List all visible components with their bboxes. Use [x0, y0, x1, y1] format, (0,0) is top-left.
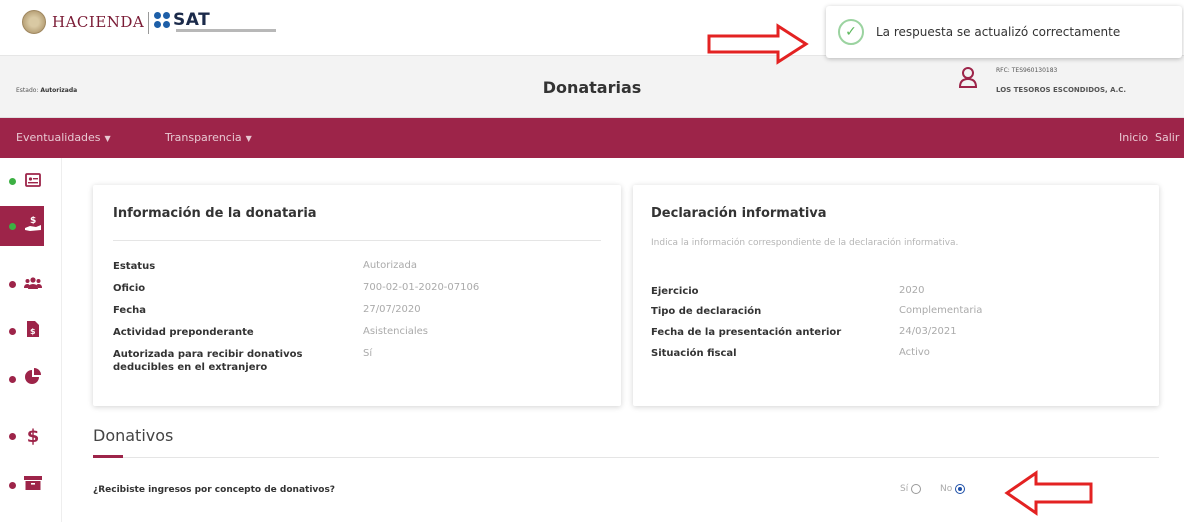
field-value: 27/07/2020 [363, 304, 421, 315]
card-title: Información de la donataria [113, 206, 317, 221]
sidebar-item-finance[interactable]: $ [0, 416, 44, 456]
field-label: Estatus [113, 261, 156, 272]
sidebar-item-donataria[interactable]: $ [0, 206, 44, 246]
hacienda-wordmark: HACIENDA [52, 13, 145, 31]
radio-label: Sí [900, 484, 909, 494]
radio-option-si[interactable]: Sí [900, 484, 922, 494]
sat-logo[interactable]: SAT [154, 10, 210, 30]
main-navbar: Eventualidades ▼ Transparencia ▼ Inicio Sa… [0, 118, 1184, 158]
caret-down-icon: ▼ [104, 134, 111, 143]
radio-button-no[interactable] [955, 484, 966, 494]
svg-text:$: $ [30, 327, 36, 336]
radio-option-no[interactable]: No [940, 484, 966, 494]
field-value: Asistenciales [363, 326, 428, 337]
annotation-arrow-right-icon [707, 23, 809, 65]
field-label: Autorizada para recibir donativos deduci… [113, 349, 303, 373]
users-icon [23, 274, 43, 295]
field-value: Autorizada [363, 260, 417, 271]
toast-message: La respuesta se actualizó correctamente [876, 25, 1121, 39]
status-dot [9, 327, 16, 335]
section-divider [93, 457, 1159, 458]
status-dot [9, 177, 16, 185]
document-icon: $ [23, 320, 43, 343]
sidebar-item-identification[interactable] [0, 161, 44, 201]
sidebar-item-users[interactable] [0, 264, 44, 304]
hacienda-logo[interactable]: HACIENDA [22, 10, 144, 34]
donataria-info-card: Información de la donataria Estatus Auto… [93, 185, 621, 406]
sidebar-item-archive[interactable] [0, 465, 44, 505]
status-dot [9, 481, 16, 489]
nav-link-inicio[interactable]: Inicio [1119, 131, 1148, 144]
id-card-icon [23, 171, 43, 192]
declaracion-info-card: Declaración informativa Indica la inform… [633, 185, 1159, 406]
field-value: 700-02-01-2020-07106 [363, 282, 480, 293]
card-description: Indica la información correspondiente de… [651, 238, 959, 248]
nav-link-salir[interactable]: Salir [1155, 131, 1179, 144]
dollar-icon: $ [26, 425, 40, 447]
sidebar: $ $ $ [0, 158, 62, 522]
nav-menu-label: Transparencia [165, 131, 242, 144]
sat-dots-icon [154, 12, 170, 28]
svg-text:$: $ [30, 216, 36, 226]
field-value: Complementaria [899, 305, 983, 316]
status-dot [9, 222, 16, 230]
field-value: 24/03/2021 [899, 326, 957, 337]
field-label: Fecha [113, 305, 147, 316]
status-dot [9, 375, 16, 383]
field-label: Ejercicio [651, 286, 699, 297]
field-value: 2020 [899, 285, 925, 296]
sat-subtitle-line [176, 29, 276, 32]
field-value: Activo [899, 347, 930, 358]
sidebar-item-document[interactable]: $ [0, 311, 44, 351]
pie-chart-icon [23, 367, 43, 391]
section-title-donativos: Donativos [93, 426, 174, 445]
annotation-arrow-left-icon [1004, 470, 1093, 516]
user-icon[interactable] [958, 66, 978, 88]
field-label: Fecha de la presentación anterior [651, 327, 842, 338]
section-underline-accent [93, 455, 123, 458]
rfc-text: RFC: TES960130183 [996, 67, 1058, 74]
field-label: Situación fiscal [651, 348, 737, 359]
nav-menu-label: Eventualidades [16, 131, 101, 144]
nav-menu-eventualidades[interactable]: Eventualidades ▼ [16, 131, 111, 144]
app-header: Estado: Autorizada Donatarias RFC: TES96… [0, 56, 1184, 118]
logo-divider [148, 12, 149, 34]
organization-name: LOS TESOROS ESCONDIDOS, A.C. [996, 86, 1127, 94]
field-label: Actividad preponderante [113, 327, 254, 338]
field-label: Oficio [113, 283, 146, 294]
radio-label: No [940, 484, 953, 494]
question-donativos: ¿Recibiste ingresos por concepto de dona… [93, 485, 336, 495]
status-dot [9, 432, 16, 440]
field-label: Tipo de declaración [651, 306, 762, 317]
archive-icon [23, 475, 43, 496]
sat-wordmark: SAT [173, 10, 211, 30]
status-dot [9, 280, 16, 288]
sidebar-item-reports[interactable] [0, 359, 44, 399]
radio-button-si[interactable] [911, 484, 922, 494]
success-toast: ✓ La respuesta se actualizó correctament… [826, 6, 1182, 58]
donation-hand-icon: $ [23, 215, 43, 238]
national-seal-icon [22, 10, 46, 34]
field-value: Sí [363, 348, 373, 359]
check-circle-icon: ✓ [838, 19, 864, 45]
card-title: Declaración informativa [651, 206, 827, 221]
caret-down-icon: ▼ [245, 134, 252, 143]
nav-menu-transparencia[interactable]: Transparencia ▼ [165, 131, 252, 144]
card-divider [113, 240, 601, 241]
